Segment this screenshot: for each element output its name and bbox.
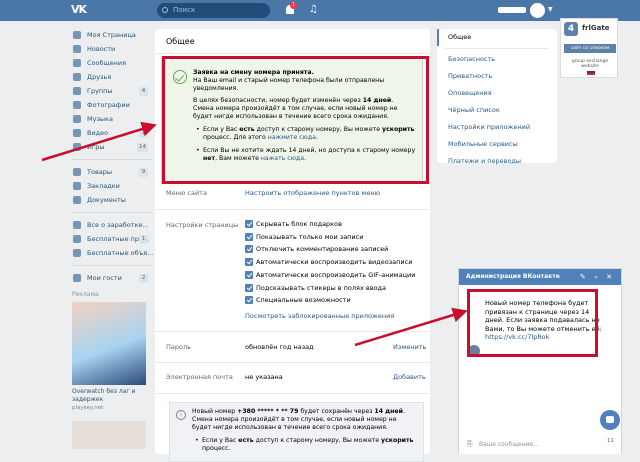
annotation-arrows: [41, 121, 468, 347]
arrow-to-notice: [41, 121, 157, 162]
arrow-to-chat: [354, 307, 468, 347]
